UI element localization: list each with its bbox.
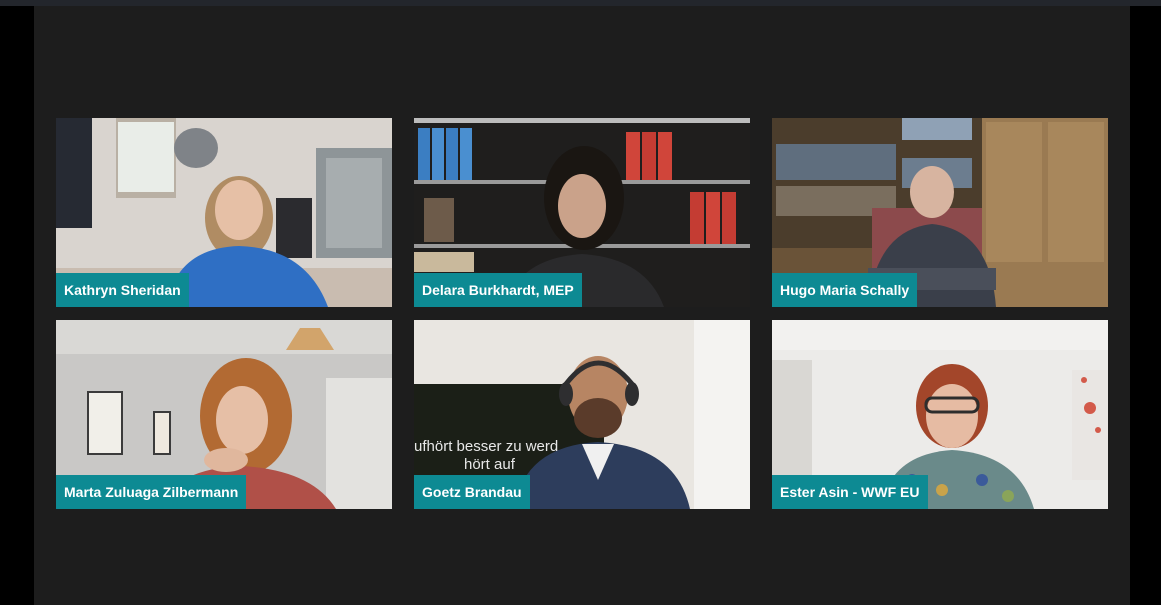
participant-name-label: Marta Zuluaga Zilbermann <box>56 475 247 509</box>
participant-name-label: Ester Asin - WWF EU <box>772 475 928 509</box>
participant-grid: Kathryn Sheridan Delara Burkhardt, MEP H… <box>56 118 1108 509</box>
participant-tile-delara-burkhardt[interactable]: Delara Burkhardt, MEP <box>414 118 750 307</box>
participant-tile-kathryn-sheridan[interactable]: Kathryn Sheridan <box>56 118 392 307</box>
participant-tile-hugo-maria-schally[interactable]: Hugo Maria Schally <box>772 118 1108 307</box>
participant-name-label: Hugo Maria Schally <box>772 273 918 307</box>
participant-name-label: Kathryn Sheridan <box>56 273 189 307</box>
participant-name-label: Goetz Brandau <box>414 475 530 509</box>
video-call-window: Kathryn Sheridan Delara Burkhardt, MEP H… <box>0 0 1161 605</box>
wall-poster-text-line2: hört auf <box>464 456 515 473</box>
wall-poster-text-line1: ufhört besser zu werd <box>414 438 559 455</box>
participant-name-label: Delara Burkhardt, MEP <box>414 273 582 307</box>
participant-tile-marta-zuluaga-zilbermann[interactable]: Marta Zuluaga Zilbermann <box>56 320 392 509</box>
participant-tile-goetz-brandau[interactable]: ufhört besser zu werd hört auf Goetz Bra… <box>414 320 750 509</box>
participant-tile-ester-asin[interactable]: Ester Asin - WWF EU <box>772 320 1108 509</box>
